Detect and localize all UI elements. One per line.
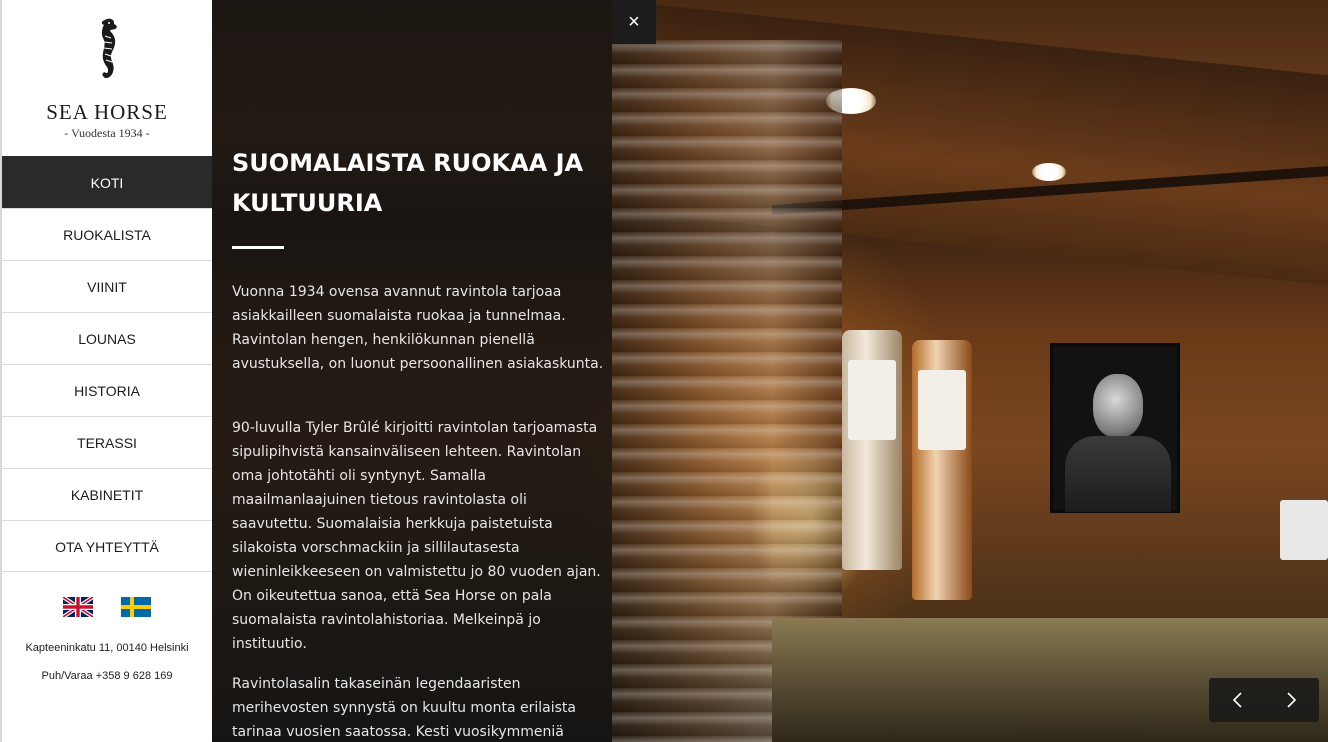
address: Kapteeninkatu 11, 00140 Helsinki bbox=[25, 642, 189, 654]
intro-panel: SUOMALAISTA RUOKAA JA KULTUURIA Vuonna 1… bbox=[212, 0, 612, 742]
portrait-body bbox=[1065, 436, 1171, 512]
language-switcher bbox=[2, 597, 212, 617]
nav-item-ota-yhteytta[interactable]: OTA YHTEYTTÄ bbox=[2, 520, 212, 572]
nav-item-ruokalista[interactable]: RUOKALISTA bbox=[2, 208, 212, 260]
seahorse-icon bbox=[101, 18, 117, 79]
intro-paragraph: 90-luvulla Tyler Brûlé kirjoitti ravinto… bbox=[232, 420, 601, 652]
brand-name: SEA HORSE bbox=[46, 100, 168, 124]
english-flag-icon[interactable] bbox=[63, 597, 93, 617]
close-button[interactable]: × bbox=[612, 0, 656, 44]
nav-item-historia[interactable]: HISTORIA bbox=[2, 364, 212, 416]
close-icon: × bbox=[628, 11, 640, 33]
phone-number[interactable]: Puh/Varaa +358 9 628 169 bbox=[2, 670, 212, 682]
bottle bbox=[842, 330, 902, 570]
portrait-frame bbox=[1050, 343, 1180, 513]
bottle bbox=[912, 340, 972, 600]
sidebar: SEA HORSE - Vuodesta 1934 - KOTI RUOKALI… bbox=[0, 0, 212, 742]
intro-paragraph: Vuonna 1934 ovensa avannut ravintola tar… bbox=[232, 284, 604, 372]
panel-title: SUOMALAISTA RUOKAA JA KULTUURIA bbox=[232, 149, 584, 217]
nav-item-terassi[interactable]: TERASSI bbox=[2, 416, 212, 468]
nav-item-lounas[interactable]: LOUNAS bbox=[2, 312, 212, 364]
brand-tagline: - Vuodesta 1934 - bbox=[64, 126, 150, 140]
bottle-label bbox=[918, 370, 966, 450]
nav-item-viinit[interactable]: VIINIT bbox=[2, 260, 212, 312]
chevron-left-icon bbox=[1232, 692, 1242, 708]
chevron-right-icon bbox=[1287, 692, 1297, 708]
main-nav: KOTI RUOKALISTA VIINIT LOUNAS HISTORIA T… bbox=[2, 156, 212, 572]
nav-item-koti[interactable]: KOTI bbox=[2, 156, 212, 208]
title-divider bbox=[232, 246, 284, 249]
slider-next-button[interactable] bbox=[1264, 678, 1319, 722]
swedish-flag-icon[interactable] bbox=[121, 597, 151, 617]
bottle-label bbox=[848, 360, 896, 440]
nav-item-kabinetit[interactable]: KABINETIT bbox=[2, 468, 212, 520]
portrait-face bbox=[1093, 374, 1143, 438]
slider-prev-button[interactable] bbox=[1209, 678, 1264, 722]
slider-nav bbox=[1209, 678, 1319, 722]
wall-sign bbox=[1280, 500, 1328, 560]
intro-paragraph: Ravintolasalin takaseinän legendaaristen… bbox=[232, 676, 576, 740]
ceiling-spotlight bbox=[1032, 163, 1066, 181]
logo[interactable]: SEA HORSE - Vuodesta 1934 - bbox=[2, 0, 212, 156]
